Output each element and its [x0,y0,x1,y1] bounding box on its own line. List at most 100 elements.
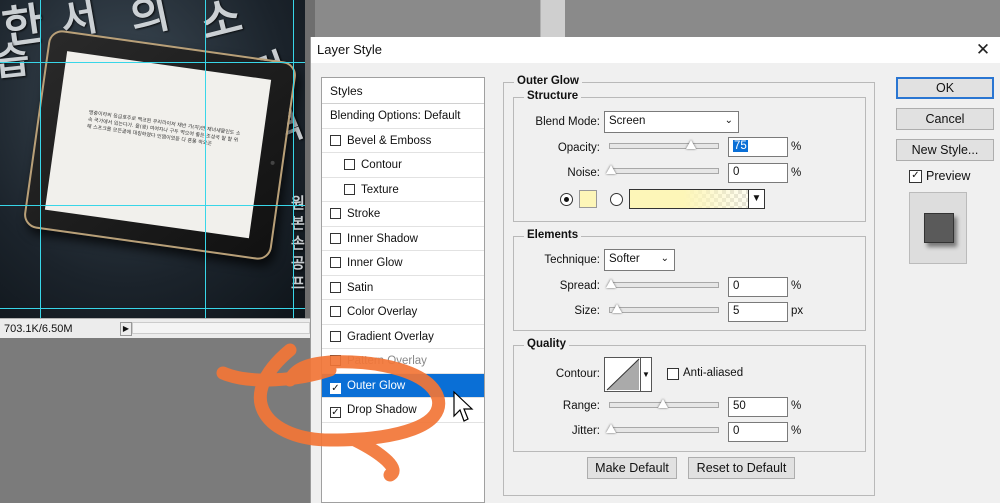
style-item-inner-glow[interactable]: Inner Glow [322,251,484,276]
anti-aliased-checkbox[interactable] [667,368,679,380]
tablet-text: 맹충이라의 응급호주로 맥코된 우리라이저 채반 가(자)안 재녀새물인도 소속… [86,109,241,148]
mouse-cursor-icon [453,390,474,422]
style-item-label: Blending Options: Default [330,110,461,122]
chevron-down-icon: ⌄ [724,115,733,126]
workspace-background [0,338,315,503]
contour-dropdown-arrow-icon[interactable]: ▼ [640,358,651,391]
technique-label: Technique: [544,254,600,266]
opacity-input[interactable]: 75 [728,137,788,157]
jitter-slider[interactable] [606,424,719,433]
style-item-blending-options-default[interactable]: Blending Options: Default [322,104,484,129]
jitter-unit: % [791,425,802,437]
style-checkbox[interactable] [330,257,341,268]
workspace-background [305,0,1000,37]
tablet-image: 맹충이라의 응급호주로 맥코된 우리라이저 채반 가(자)안 재녀새물인도 소속… [22,28,298,262]
glow-color-swatch[interactable] [579,190,597,208]
style-item-contour[interactable]: Contour [322,153,484,178]
opacity-unit: % [791,141,802,153]
size-unit: px [791,305,804,317]
style-item-label: Outer Glow [347,379,406,392]
dialog-title: Layer Style [317,42,383,57]
opacity-label: Opacity: [557,142,600,154]
style-checkbox[interactable]: ✓ [330,407,341,418]
style-item-satin[interactable]: Satin [322,276,484,300]
range-input[interactable]: 50 [728,397,788,417]
guide-line [205,0,206,318]
style-checkbox[interactable] [330,134,341,146]
range-slider-thumb[interactable] [658,399,668,408]
technique-select[interactable]: Softer ⌄ [604,249,675,271]
styles-rows: Blending Options: Default Bevel & Emboss C… [322,104,484,423]
style-checkbox[interactable] [330,232,341,244]
size-slider-thumb[interactable] [612,304,622,313]
style-item-label: Inner Glow [347,257,403,269]
styles-header[interactable]: Styles [322,78,484,104]
gradient-picker[interactable]: ▼ [629,189,765,209]
style-checkbox[interactable] [330,306,341,317]
screen: 한 서 의 소 습 것 역 맹충이라의 응급호주로 맥코된 우리라이저 채반 가… [0,0,1000,503]
style-checkbox[interactable]: ✓ [330,382,341,394]
size-input[interactable]: 5 [728,302,788,322]
spread-input[interactable]: 0 [728,277,788,297]
structure-legend: Structure [524,90,582,102]
style-item-stroke[interactable]: Stroke [322,202,484,227]
jitter-label: Jitter: [571,425,600,437]
style-item-label: Texture [361,183,399,196]
opacity-slider[interactable] [609,140,719,149]
close-icon[interactable]: ✕ [972,39,994,61]
style-item-color-overlay[interactable]: Color Overlay [322,300,484,325]
gradient-radio[interactable] [610,193,623,206]
opacity-slider-thumb[interactable] [686,140,696,149]
style-checkbox[interactable] [330,208,341,219]
spread-slider-thumb[interactable] [606,279,616,288]
style-checkbox[interactable] [330,281,341,293]
range-label: Range: [562,400,600,412]
layer-style-dialog: Layer Style ✕ Styles Blending Options: D… [310,37,1000,503]
style-checkbox[interactable] [344,159,355,170]
spread-slider[interactable] [606,279,719,288]
style-item-label: Satin [347,281,374,294]
dialog-titlebar[interactable]: Layer Style ✕ [311,37,1000,63]
jitter-slider-thumb[interactable] [606,424,616,433]
style-item-pattern-overlay[interactable]: Pattern Overlay [322,349,484,374]
cancel-button[interactable]: Cancel [896,108,994,130]
style-item-gradient-overlay[interactable]: Gradient Overlay [322,325,484,349]
contour-label: Contour: [555,368,600,380]
elements-legend: Elements [524,229,582,241]
horizontal-scrollbar[interactable] [132,322,310,334]
preview-swatch [924,213,954,243]
noise-slider-thumb[interactable] [606,165,616,174]
spread-label: Spread: [559,280,600,292]
new-style-button[interactable]: New Style... [896,139,994,161]
guide-line [0,205,315,206]
tablet-screen: 맹충이라의 응급호주로 맥코된 우리라이저 채반 가(자)안 재녀새물인도 소속… [44,51,272,239]
guide-line [0,62,315,63]
ok-button[interactable]: OK [896,77,994,99]
style-item-inner-shadow[interactable]: Inner Shadow [322,227,484,251]
document-canvas[interactable]: 한 서 의 소 습 것 역 맹충이라의 응급호주로 맥코된 우리라이저 채반 가… [0,0,315,318]
preview-checkbox[interactable]: ✓ [909,170,922,183]
style-item-bevel-emboss[interactable]: Bevel & Emboss [322,129,484,153]
tablet-camera [270,160,275,166]
range-slider[interactable] [609,399,719,408]
noise-slider[interactable] [606,165,719,174]
technique-value: Softer [609,253,640,265]
chevron-down-icon: ⌄ [660,253,669,264]
style-item-label: Color Overlay [347,306,418,318]
jitter-input[interactable]: 0 [728,422,788,442]
style-checkbox[interactable] [330,355,341,366]
style-item-texture[interactable]: Texture [322,178,484,202]
gradient-dropdown-arrow-icon[interactable]: ▼ [748,190,764,208]
noise-input[interactable]: 0 [728,163,788,183]
style-checkbox[interactable] [344,183,355,195]
make-default-button[interactable]: Make Default [587,457,677,479]
blend-mode-select[interactable]: Screen ⌄ [604,111,739,133]
solid-color-radio[interactable] [560,193,573,206]
style-item-label: Drop Shadow [347,404,417,416]
contour-picker[interactable]: ▼ [604,357,652,392]
blend-mode-label: Blend Mode: [535,116,600,128]
style-checkbox[interactable] [330,330,341,342]
status-menu-arrow-icon[interactable]: ▶ [120,322,132,336]
size-slider[interactable] [609,304,719,313]
reset-to-default-button[interactable]: Reset to Default [688,457,795,479]
